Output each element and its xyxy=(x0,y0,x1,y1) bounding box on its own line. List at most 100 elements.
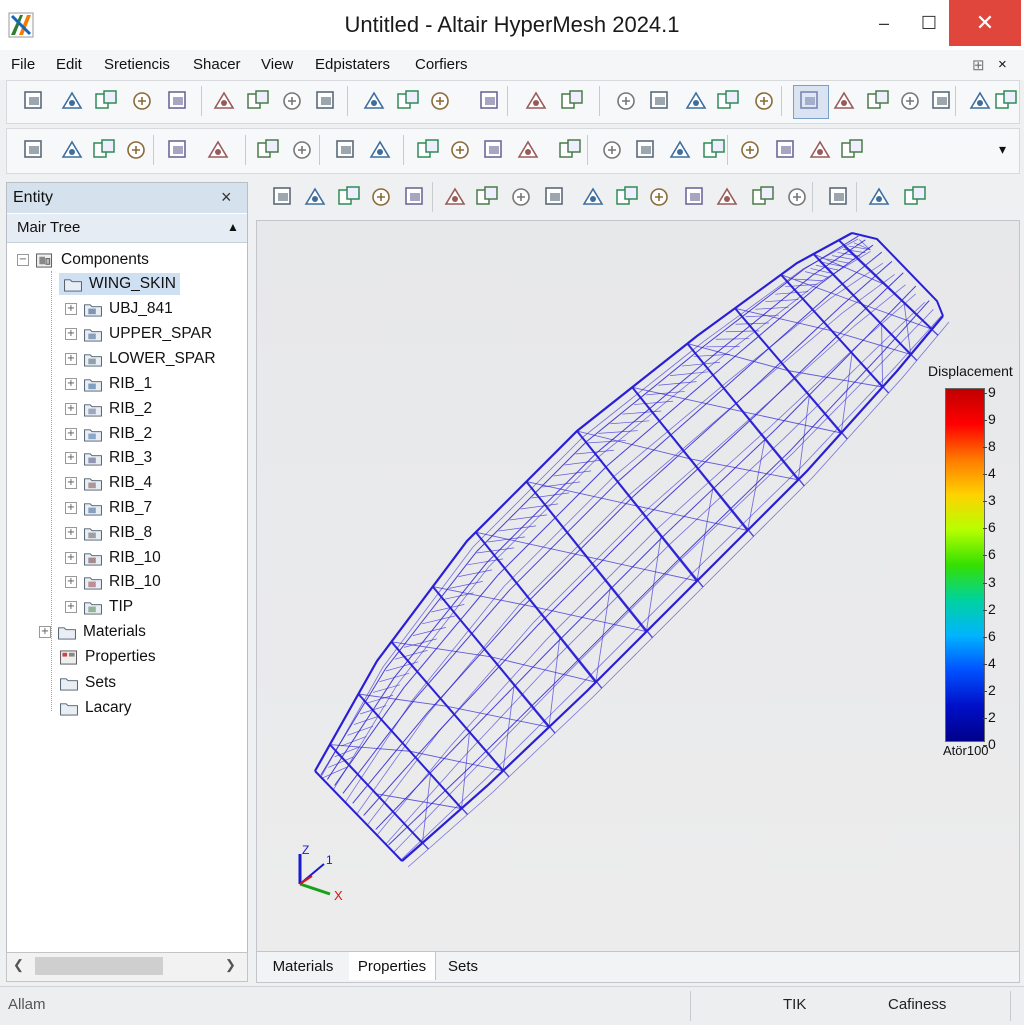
tool-icon[interactable] xyxy=(21,88,47,114)
tool-icon[interactable] xyxy=(442,184,468,210)
tree-item-component[interactable]: +RIB_7 xyxy=(65,497,152,519)
tool-icon[interactable] xyxy=(993,88,1019,114)
tool-icon[interactable] xyxy=(866,184,892,210)
tool-icon[interactable] xyxy=(701,137,727,163)
tool-icon[interactable] xyxy=(474,184,500,210)
tool-icon[interactable] xyxy=(367,137,393,163)
tool-icon[interactable] xyxy=(751,88,777,114)
tool-icon[interactable] xyxy=(302,184,328,210)
tool-icon[interactable] xyxy=(333,137,359,163)
tree-item-component[interactable]: +RIB_10 xyxy=(65,547,161,569)
maximize-button[interactable]: ☐ xyxy=(903,0,955,46)
tool-icon[interactable] xyxy=(427,88,453,114)
expand-toggle-icon[interactable]: + xyxy=(65,477,77,489)
tree-item-lacary[interactable]: Lacary xyxy=(59,697,132,719)
tool-icon[interactable] xyxy=(245,88,271,114)
tool-icon[interactable] xyxy=(313,88,339,114)
tool-icon[interactable] xyxy=(750,184,776,210)
tool-icon[interactable] xyxy=(897,88,923,114)
menu-edpistaters[interactable]: Edpistaters xyxy=(315,56,390,73)
tab-sets[interactable]: Sets xyxy=(435,952,491,980)
tool-icon[interactable] xyxy=(93,88,119,114)
tool-icon[interactable] xyxy=(59,137,85,163)
tool-icon[interactable] xyxy=(508,184,534,210)
menu-edit[interactable]: Edit xyxy=(56,56,82,73)
tree-item-component[interactable]: +RIB_1 xyxy=(65,373,152,395)
entity-panel-close-icon[interactable]: × xyxy=(221,187,232,208)
pin-icon[interactable]: ⊞ xyxy=(972,56,985,74)
tree-item-component[interactable]: +UPPER_SPAR xyxy=(65,323,212,345)
tool-icon[interactable] xyxy=(21,137,47,163)
menu-shacer[interactable]: Shacer xyxy=(193,56,241,73)
scroll-left-icon[interactable]: ❮ xyxy=(13,957,24,973)
tool-icon[interactable] xyxy=(967,88,993,114)
menu-sretiencis[interactable]: Sretiencis xyxy=(104,56,170,73)
graphics-viewport[interactable] xyxy=(256,220,1020,952)
tree-item-component[interactable]: +UBJ_841 xyxy=(65,298,173,320)
tool-icon[interactable] xyxy=(402,184,428,210)
tree-item-component[interactable]: +RIB_2 xyxy=(65,398,152,420)
tree-item-sets[interactable]: Sets xyxy=(59,672,116,694)
tool-icon[interactable] xyxy=(737,137,763,163)
tool-icon[interactable] xyxy=(599,137,625,163)
tool-icon[interactable] xyxy=(667,137,693,163)
expand-toggle-icon[interactable]: + xyxy=(39,626,51,638)
expand-toggle-icon[interactable]: + xyxy=(65,502,77,514)
tool-icon[interactable] xyxy=(831,88,857,114)
tool-icon[interactable] xyxy=(289,137,315,163)
tool-icon[interactable] xyxy=(368,184,394,210)
tool-icon[interactable] xyxy=(902,184,928,210)
tree-item-properties[interactable]: Properties xyxy=(59,646,156,668)
tree-item-component[interactable]: +RIB_10 xyxy=(65,571,161,593)
expand-toggle-icon[interactable]: + xyxy=(65,452,77,464)
tool-icon[interactable] xyxy=(865,88,891,114)
tool-icon[interactable] xyxy=(559,88,585,114)
tool-icon[interactable] xyxy=(415,137,441,163)
close-button[interactable]: ✕ xyxy=(949,0,1021,46)
tool-icon[interactable] xyxy=(646,184,672,210)
tree-item-components[interactable]: − Components xyxy=(17,249,149,271)
tool-icon[interactable] xyxy=(255,137,281,163)
tool-icon[interactable] xyxy=(165,137,191,163)
tree-header[interactable]: Mair Tree ▲ xyxy=(7,214,247,243)
tool-icon[interactable] xyxy=(205,137,231,163)
tool-icon[interactable] xyxy=(395,88,421,114)
tool-icon[interactable] xyxy=(59,88,85,114)
tool-icon[interactable] xyxy=(683,88,709,114)
tool-icon[interactable] xyxy=(447,137,473,163)
tool-icon[interactable] xyxy=(784,184,810,210)
tree-item-component[interactable]: +RIB_3 xyxy=(65,447,152,469)
expand-toggle-icon[interactable]: + xyxy=(65,552,77,564)
tool-icon[interactable] xyxy=(580,184,606,210)
expand-toggle-icon[interactable]: + xyxy=(65,428,77,440)
tool-icon[interactable] xyxy=(647,88,673,114)
collapse-toggle-icon[interactable]: − xyxy=(17,254,29,266)
expand-toggle-icon[interactable]: + xyxy=(65,353,77,365)
menu-file[interactable]: File xyxy=(11,56,35,73)
tool-icon[interactable] xyxy=(613,88,639,114)
tool-icon[interactable] xyxy=(515,137,541,163)
tool-icon[interactable] xyxy=(682,184,708,210)
expand-toggle-icon[interactable]: + xyxy=(65,328,77,340)
tree-item-component[interactable]: +LOWER_SPAR xyxy=(65,348,216,370)
tool-icon[interactable] xyxy=(807,137,833,163)
horizontal-scrollbar[interactable]: ❮ ❯ xyxy=(6,952,248,982)
expand-toggle-icon[interactable]: + xyxy=(65,527,77,539)
tool-icon[interactable] xyxy=(165,88,191,114)
expand-toggle-icon[interactable]: + xyxy=(65,576,77,588)
tree-item-component[interactable]: +TIP xyxy=(65,596,133,618)
tool-icon[interactable] xyxy=(91,137,117,163)
menu-view[interactable]: View xyxy=(261,56,293,73)
tool-icon[interactable] xyxy=(633,137,659,163)
tree-item-materials[interactable]: +Materials xyxy=(39,621,146,643)
tool-icon[interactable] xyxy=(336,184,362,210)
tree-item-component[interactable]: +RIB_2 xyxy=(65,423,152,445)
tool-icon[interactable] xyxy=(773,137,799,163)
tool-icon[interactable] xyxy=(614,184,640,210)
tool-icon[interactable] xyxy=(129,88,155,114)
menu-close-icon[interactable]: × xyxy=(998,56,1007,73)
tree-item-component[interactable]: +RIB_8 xyxy=(65,522,152,544)
tool-icon[interactable] xyxy=(523,88,549,114)
tool-icon[interactable] xyxy=(542,184,568,210)
tool-icon[interactable] xyxy=(826,184,852,210)
